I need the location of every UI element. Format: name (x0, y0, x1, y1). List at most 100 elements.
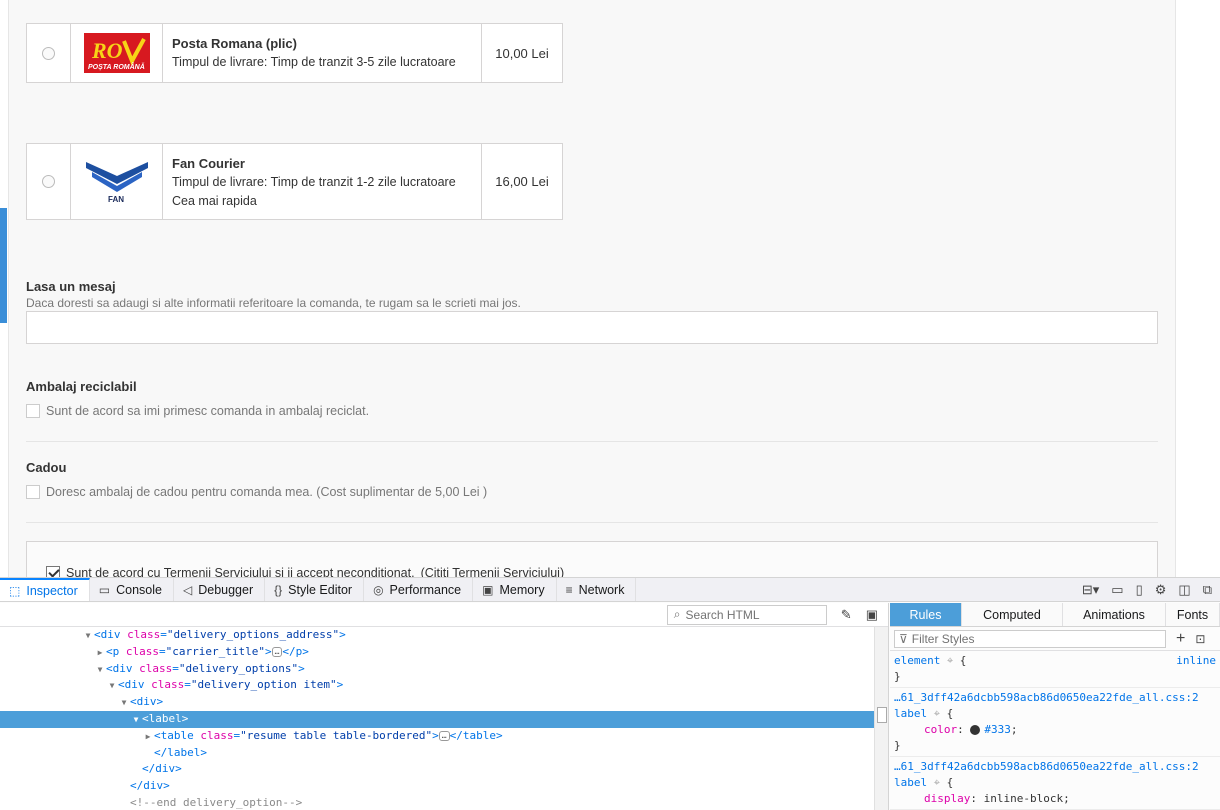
expand-toggle-icon[interactable]: ▼ (94, 662, 106, 679)
tab-style-editor[interactable]: {} Style Editor (265, 578, 365, 601)
collapsed-content-badge[interactable]: … (438, 730, 450, 741)
expand-toggle-icon[interactable]: ▶ (142, 729, 154, 746)
radio-cell[interactable] (27, 24, 71, 82)
tab-inspector[interactable]: ⬚ Inspector (0, 578, 90, 601)
rule-source[interactable]: …61_3dff42a6dcbb598acb86d0650ea22fde_all… (894, 759, 1216, 775)
toggle-sidebar-icon[interactable]: ▣ (866, 607, 878, 623)
tab-label: Console (116, 582, 162, 597)
carrier-option-posta-romana[interactable]: RO POȘTA ROMÂNĂ Posta Romana (plic) Timp… (26, 23, 563, 83)
tree-node[interactable]: ▼ <div> (0, 694, 888, 711)
tab-debugger[interactable]: ◁ Debugger (174, 578, 266, 601)
tab-console[interactable]: ▭ Console (90, 578, 174, 601)
performance-icon: ◎ (373, 582, 384, 597)
rules-sidebar: Rules Computed Animations Fonts ⊽ Filter St… (890, 603, 1220, 810)
markup-token: </p> (282, 644, 309, 658)
expand-toggle-icon[interactable]: ▼ (106, 678, 118, 695)
rule-property[interactable]: display (894, 792, 970, 805)
tree-node[interactable]: ▶ <p class="carrier_title">… </p> (0, 644, 888, 661)
filter-styles-input[interactable]: ⊽ Filter Styles (894, 629, 1166, 648)
tree-node[interactable]: ▶ <table class="resume table table-border… (0, 728, 888, 745)
checkout-page: RO POȘTA ROMÂNĂ Posta Romana (plic) Timp… (0, 0, 1220, 577)
color-swatch-icon[interactable] (970, 725, 981, 735)
divider (26, 522, 1158, 523)
undock-icon[interactable]: ⧉ (1203, 582, 1212, 598)
carrier-option-fan-courier[interactable]: FAN Fan Courier Timpul de livrare: Timp … (26, 143, 563, 220)
expand-toggle-icon[interactable]: ▼ (82, 628, 94, 645)
pseudo-class-icon[interactable]: ⊡ (1195, 632, 1205, 646)
sidebar-tab-rules[interactable]: Rules (890, 603, 962, 626)
terms-checkbox[interactable] (46, 566, 60, 577)
markup-token: </table> (449, 728, 503, 742)
carrier-extra-note: Cea mai rapida (172, 194, 257, 208)
markup-token: <div (118, 678, 152, 692)
highlight-icon[interactable]: ⌖ (947, 654, 953, 667)
devtools-toolbar-actions: ⊟▾ ▭ ▯ ⚙ ◫ ⧉ (1082, 578, 1220, 601)
terms-option[interactable]: Sunt de acord cu Termenii Serviciului si… (46, 566, 564, 577)
rule-source[interactable]: …61_3dff42a6dcbb598acb86d0650ea22fde_all… (894, 690, 1216, 706)
tree-node[interactable]: <!--end delivery_option--> (0, 795, 888, 810)
markup-token: class (151, 678, 185, 692)
filter-placeholder: Filter Styles (911, 631, 975, 646)
rule-source[interactable]: inline (1176, 653, 1216, 669)
tab-memory[interactable]: ▣ Memory (473, 578, 557, 601)
markup-view: ⌕ Search HTML ✎ ▣ ▼ <div class="delivery_… (0, 603, 889, 810)
search-html-input[interactable]: ⌕ Search HTML (666, 604, 827, 625)
add-rule-icon[interactable]: + (1176, 630, 1185, 648)
eyedropper-icon[interactable]: ✎ (841, 607, 852, 623)
css-rule: …61_3dff42a6dcbb598acb86d0650ea22fde_all… (890, 757, 1220, 810)
carrier-radio[interactable] (42, 175, 55, 188)
expand-toggle-icon[interactable]: ▼ (130, 712, 142, 729)
carrier-info: Fan Courier Timpul de livrare: Timp de t… (163, 144, 482, 219)
tree-node[interactable]: </label> (0, 745, 888, 762)
rule-property[interactable]: color (894, 723, 957, 736)
scroll-thumb[interactable] (877, 707, 887, 723)
recycle-label: Sunt de acord sa imi primesc comanda in … (46, 404, 370, 418)
sidebar-tab-fonts[interactable]: Fonts (1166, 603, 1220, 626)
sidebar-tab-animations[interactable]: Animations (1063, 603, 1166, 626)
tab-label: Debugger (198, 582, 254, 597)
layout-icon[interactable]: ⊟▾ (1082, 582, 1099, 598)
tree-node[interactable]: ▼ <div class="delivery_options"> (0, 661, 888, 678)
carrier-logo-cell: RO POȘTA ROMÂNĂ (71, 24, 163, 82)
recycle-checkbox[interactable] (26, 404, 40, 418)
gift-option[interactable]: Doresc ambalaj de cadou pentru comanda m… (26, 485, 487, 499)
rule-value[interactable]: inline-block (984, 792, 1063, 805)
markup-token: "delivery_option item" (190, 678, 337, 692)
tab-network[interactable]: ≡ Network (557, 578, 637, 601)
gear-icon[interactable]: ⚙ (1155, 582, 1167, 598)
terms-link[interactable]: (Cititi Termenii Serviciului) (421, 566, 565, 577)
highlight-icon[interactable]: ⌖ (934, 776, 940, 789)
vertical-scrollbar[interactable] (874, 627, 888, 810)
network-icon: ≡ (565, 582, 573, 597)
sidebar-tab-computed[interactable]: Computed (962, 603, 1063, 626)
carrier-logo-cell: FAN (71, 144, 163, 219)
radio-cell[interactable] (27, 144, 71, 219)
expand-toggle-icon[interactable]: ▼ (118, 695, 130, 712)
dock-side-icon[interactable]: ◫ (1178, 582, 1190, 598)
tree-node[interactable]: </div> (0, 761, 888, 778)
tab-label: Style Editor (288, 582, 353, 597)
filter-row: ⊽ Filter Styles + ⊡ (890, 627, 1220, 651)
message-textarea[interactable] (26, 311, 1158, 344)
responsive-design-icon[interactable]: ▯ (1136, 582, 1143, 598)
tree-node[interactable]: ▼ <div class="delivery_option item"> (0, 677, 888, 694)
carrier-radio[interactable] (42, 46, 55, 60)
expand-toggle-icon[interactable]: ▶ (94, 645, 106, 662)
devtools-panel: ⬚ Inspector ▭ Console ◁ Debugger {} Style Edito… (0, 577, 1220, 810)
markup-token: "carrier_title" (165, 644, 265, 658)
highlight-icon[interactable]: ⌖ (934, 707, 940, 720)
recycle-option[interactable]: Sunt de acord sa imi primesc comanda in … (26, 404, 369, 418)
collapsed-content-badge[interactable]: … (271, 646, 283, 657)
tree-node-selected[interactable]: ▼ <label> (0, 710, 888, 729)
split-console-icon[interactable]: ▭ (1111, 582, 1123, 598)
markup-token: <label> (142, 711, 189, 725)
recycle-title: Ambalaj reciclabil (26, 379, 137, 394)
tree-node[interactable]: </div> (0, 778, 888, 795)
tab-performance[interactable]: ◎ Performance (364, 578, 474, 601)
side-accent-bar (0, 208, 7, 323)
tree-node[interactable]: ▼ <div class="delivery_options_address"> (0, 627, 888, 644)
rule-value[interactable]: #333 (984, 723, 1011, 736)
markup-token: "delivery_options" (178, 661, 299, 675)
rule-selector: element (894, 654, 941, 667)
gift-checkbox[interactable] (26, 485, 40, 499)
